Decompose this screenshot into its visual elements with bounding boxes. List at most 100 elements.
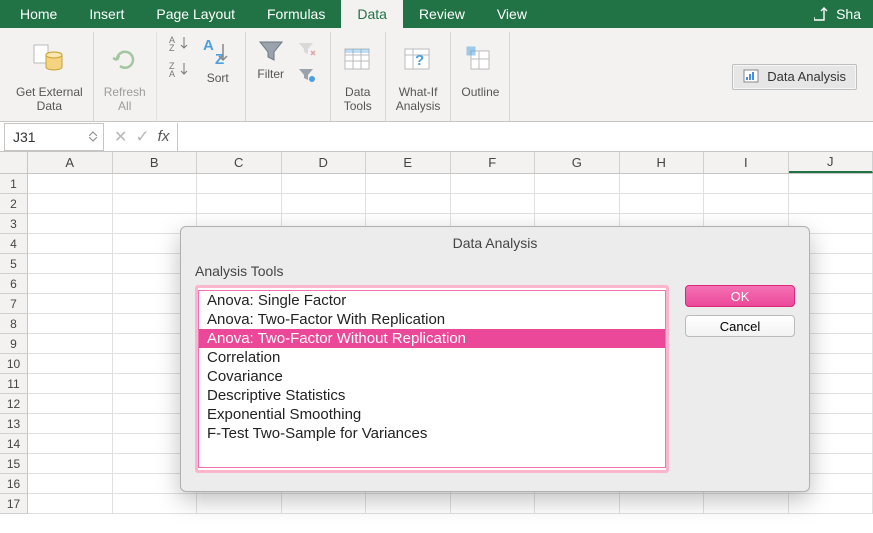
analysis-tool-item[interactable]: Anova: Two-Factor With Replication (199, 310, 665, 329)
cell[interactable] (789, 494, 873, 514)
cell[interactable] (282, 194, 367, 214)
row-header[interactable]: 8 (0, 314, 28, 334)
cell[interactable] (451, 494, 536, 514)
cell[interactable] (113, 194, 198, 214)
row-header[interactable]: 16 (0, 474, 28, 494)
row-header[interactable]: 10 (0, 354, 28, 374)
cell[interactable] (197, 174, 282, 194)
column-header[interactable]: C (197, 152, 282, 173)
cell[interactable] (113, 494, 198, 514)
row-header[interactable]: 7 (0, 294, 28, 314)
cell[interactable] (28, 474, 113, 494)
cell[interactable] (28, 314, 113, 334)
cell[interactable] (197, 194, 282, 214)
column-header[interactable]: H (620, 152, 705, 173)
cell[interactable] (704, 174, 789, 194)
analysis-tool-item[interactable]: Anova: Two-Factor Without Replication (199, 329, 665, 348)
data-analysis-button[interactable]: Data Analysis (732, 64, 857, 90)
row-header[interactable]: 17 (0, 494, 28, 514)
cell[interactable] (28, 234, 113, 254)
cell[interactable] (28, 374, 113, 394)
cell[interactable] (789, 194, 873, 214)
cell[interactable] (28, 174, 113, 194)
analysis-tool-item[interactable]: F-Test Two-Sample for Variances (199, 424, 665, 443)
cell[interactable] (366, 194, 451, 214)
cell[interactable] (28, 394, 113, 414)
cell[interactable] (282, 494, 367, 514)
analysis-tool-item[interactable]: Covariance (199, 367, 665, 386)
filter-button[interactable]: Filter (256, 32, 286, 86)
row-header[interactable]: 3 (0, 214, 28, 234)
analysis-tools-listbox[interactable]: Anova: Single FactorAnova: Two-Factor Wi… (195, 285, 669, 473)
cell[interactable] (620, 194, 705, 214)
analysis-tool-item[interactable]: Exponential Smoothing (199, 405, 665, 424)
tab-view[interactable]: View (481, 0, 543, 28)
ok-button[interactable]: OK (685, 285, 795, 307)
cell[interactable] (789, 174, 873, 194)
cell[interactable] (282, 174, 367, 194)
cell[interactable] (113, 174, 198, 194)
name-box-stepper[interactable] (89, 131, 97, 142)
clear-filter-button[interactable] (294, 38, 320, 60)
cell[interactable] (28, 194, 113, 214)
row-header[interactable]: 6 (0, 274, 28, 294)
cell[interactable] (28, 434, 113, 454)
get-external-data-button[interactable]: Get External Data (6, 32, 94, 121)
refresh-all-button[interactable]: Refresh All (94, 32, 157, 121)
column-header[interactable]: I (704, 152, 789, 173)
column-header[interactable]: D (282, 152, 367, 173)
advanced-filter-button[interactable] (294, 64, 320, 86)
row-header[interactable]: 1 (0, 174, 28, 194)
cancel-entry-icon[interactable]: ✕ (114, 127, 127, 147)
row-header[interactable]: 14 (0, 434, 28, 454)
fx-icon[interactable]: fx (158, 128, 170, 145)
cell[interactable] (28, 294, 113, 314)
column-header[interactable]: G (535, 152, 620, 173)
cell[interactable] (28, 454, 113, 474)
tab-insert[interactable]: Insert (73, 0, 140, 28)
row-header[interactable]: 12 (0, 394, 28, 414)
cell[interactable] (366, 174, 451, 194)
row-header[interactable]: 9 (0, 334, 28, 354)
formula-input[interactable] (177, 123, 873, 151)
cell[interactable] (366, 494, 451, 514)
share-button[interactable]: Sha (814, 6, 869, 22)
sort-button[interactable]: AZ Sort (201, 32, 235, 86)
tab-data[interactable]: Data (341, 0, 403, 28)
cell[interactable] (451, 174, 536, 194)
tab-review[interactable]: Review (403, 0, 481, 28)
cell[interactable] (28, 414, 113, 434)
what-if-button[interactable]: ? What-If Analysis (386, 32, 452, 121)
row-header[interactable]: 15 (0, 454, 28, 474)
cell[interactable] (197, 494, 282, 514)
sort-desc-button[interactable]: ZA (167, 58, 193, 80)
row-header[interactable]: 2 (0, 194, 28, 214)
cell[interactable] (704, 494, 789, 514)
cell[interactable] (535, 494, 620, 514)
analysis-tool-item[interactable]: Descriptive Statistics (199, 386, 665, 405)
cell[interactable] (535, 174, 620, 194)
column-header[interactable]: E (366, 152, 451, 173)
column-header[interactable]: F (451, 152, 536, 173)
tab-formulas[interactable]: Formulas (251, 0, 341, 28)
column-header[interactable]: J (789, 152, 873, 173)
confirm-entry-icon[interactable]: ✓ (135, 127, 149, 147)
tab-home[interactable]: Home (4, 0, 73, 28)
analysis-tool-item[interactable]: Correlation (199, 348, 665, 367)
cancel-button[interactable]: Cancel (685, 315, 795, 337)
cell[interactable] (620, 174, 705, 194)
cell[interactable] (28, 334, 113, 354)
cell[interactable] (28, 494, 113, 514)
select-all-corner[interactable] (0, 152, 28, 173)
cell[interactable] (28, 354, 113, 374)
column-header[interactable]: B (113, 152, 198, 173)
cell[interactable] (704, 194, 789, 214)
cell[interactable] (620, 494, 705, 514)
tab-page-layout[interactable]: Page Layout (140, 0, 251, 28)
cell[interactable] (28, 214, 113, 234)
cell[interactable] (451, 194, 536, 214)
outline-button[interactable]: Outline (451, 32, 510, 121)
cell[interactable] (28, 274, 113, 294)
cell[interactable] (28, 254, 113, 274)
sort-asc-button[interactable]: AZ (167, 32, 193, 54)
